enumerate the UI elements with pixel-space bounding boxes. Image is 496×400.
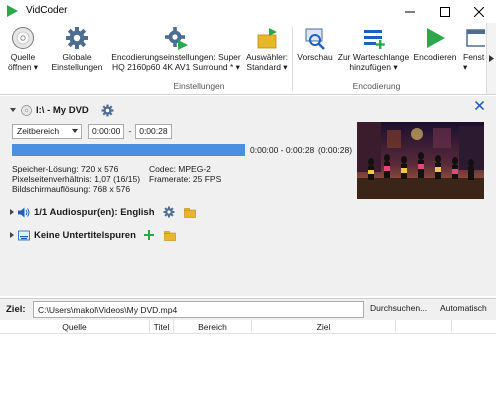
- range-row: Zeitbereich 0:00:00 - 0:00:28: [12, 123, 172, 139]
- chevron-down-icon[interactable]: [10, 108, 16, 112]
- open-source-label-1: Quelle: [10, 52, 36, 62]
- close-source-button[interactable]: [474, 100, 485, 113]
- group-label-settings: Einstellungen: [173, 81, 225, 91]
- display-resolution: Bildschirmauflösung: 768 x 576: [12, 184, 131, 194]
- picker-label-2: Standard ▾: [246, 62, 288, 72]
- range-type-value: Zeitbereich: [17, 126, 60, 136]
- start-time-input[interactable]: 0:00:00: [88, 123, 125, 139]
- queue-column-title[interactable]: Titel: [150, 320, 174, 334]
- destination-label: Ziel:: [6, 304, 26, 315]
- add-to-queue-button[interactable]: Zur Warteschlange hinzufügen ▾: [337, 24, 410, 79]
- ribbon-scroll-right[interactable]: [486, 23, 496, 94]
- ribbon-toolbar: Quelle öffnen ▾ Globale Einstellungen En…: [0, 23, 496, 95]
- maximize-button[interactable]: [428, 0, 462, 23]
- preview-thumbnail[interactable]: [357, 122, 484, 199]
- vidcoder-logo-icon: [7, 5, 18, 17]
- play-icon: [427, 28, 445, 48]
- range-separator: -: [128, 126, 132, 136]
- disc-icon: [21, 104, 32, 116]
- queue-column-extra: [396, 320, 452, 334]
- source-panel: I:\ - My DVD Zeitbereich 0:00:00 - 0:00:…: [0, 96, 496, 296]
- window-icon: [466, 29, 485, 47]
- queue-list[interactable]: [0, 334, 496, 400]
- close-button[interactable]: [462, 0, 496, 23]
- range-text: 0:00:00 - 0:00:28: [250, 145, 315, 155]
- range-duration: (0:00:28): [318, 145, 353, 155]
- queue-column-destination[interactable]: Ziel: [252, 320, 396, 334]
- open-source-label-2: öffnen ▾: [7, 62, 39, 72]
- picker-folder-icon: [257, 28, 277, 49]
- source-info-left: Speicher-Lösung: 720 x 576 Pixelseitenve…: [12, 164, 140, 194]
- global-settings-button[interactable]: Globale Einstellungen: [48, 24, 106, 79]
- codec-info: Codec: MPEG-2: [149, 164, 211, 174]
- plus-icon[interactable]: [143, 230, 154, 240]
- window-button[interactable]: Fenst ▾: [463, 24, 485, 79]
- chevron-right-icon[interactable]: [10, 209, 14, 215]
- automatic-button[interactable]: Automatisch: [440, 303, 487, 313]
- add-to-queue-label-2: hinzufügen ▾: [349, 62, 398, 72]
- folder-icon[interactable]: [164, 230, 176, 241]
- maximize-icon: [440, 6, 450, 17]
- folder-icon[interactable]: [183, 207, 196, 218]
- range-type-select[interactable]: Zeitbereich: [12, 123, 82, 139]
- group-label-encoding: Encodierung: [352, 81, 401, 91]
- subtitle-icon: [18, 230, 30, 240]
- queue-column-extra-2: [452, 320, 496, 334]
- picker-button[interactable]: Auswähler: Standard ▾: [245, 24, 289, 79]
- title-bar: VidCoder: [0, 0, 496, 23]
- framerate-info: Framerate: 25 FPS: [149, 174, 222, 184]
- minimize-button[interactable]: [393, 0, 427, 23]
- source-header: I:\ - My DVD: [10, 103, 114, 117]
- encoding-settings-label-1: Encodierungseinstellungen: Super: [111, 52, 241, 62]
- add-to-queue-label-1: Zur Warteschlange: [337, 52, 410, 62]
- pixel-aspect-ratio: Pixelseitenverhältnis: 1,07 (16/15): [12, 174, 141, 184]
- chevron-right-icon: [489, 55, 494, 62]
- subtitle-tracks-label: Keine Untertitelspuren: [34, 229, 136, 241]
- queue-column-range[interactable]: Bereich: [174, 320, 252, 334]
- destination-row: Ziel: C:\Users\makol\Videos\My DVD.mp4 D…: [0, 298, 496, 320]
- preview-magnifier-icon: [305, 28, 325, 50]
- queue-column-source[interactable]: Quelle: [0, 320, 150, 334]
- open-source-button[interactable]: Quelle öffnen ▾: [2, 24, 44, 79]
- subtitle-tracks-row[interactable]: Keine Untertitelspuren: [10, 228, 176, 242]
- destination-path-input[interactable]: C:\Users\makol\Videos\My DVD.mp4: [33, 301, 364, 318]
- preview-label: Vorschau: [297, 52, 333, 62]
- audio-tracks-row[interactable]: 1/1 Audiospur(en): English: [10, 205, 196, 219]
- close-icon: [474, 6, 484, 17]
- chevron-right-icon[interactable]: [10, 232, 14, 238]
- disc-icon: [12, 27, 34, 49]
- encode-button[interactable]: Encodieren: [412, 24, 458, 79]
- audio-tracks-label: 1/1 Audiospur(en): English: [34, 206, 155, 218]
- close-icon: [474, 100, 485, 111]
- queue-add-icon: [363, 30, 385, 49]
- chevron-down-icon: [72, 129, 78, 133]
- preview-button[interactable]: Vorschau: [295, 24, 335, 79]
- gear-icon: [66, 27, 88, 49]
- encoding-settings-button[interactable]: Encodierungseinstellungen: Super HQ 2160p…: [109, 24, 243, 79]
- gear-icon[interactable]: [101, 104, 114, 117]
- encoding-gear-icon: [165, 27, 188, 50]
- queue-header: Quelle Titel Bereich Ziel: [0, 320, 496, 334]
- global-settings-label-1: Globale: [62, 52, 92, 62]
- storage-resolution: Speicher-Lösung: 720 x 576: [12, 164, 119, 174]
- source-info-right: Codec: MPEG-2 Framerate: 25 FPS: [149, 164, 221, 184]
- global-settings-label-2: Einstellungen: [51, 62, 103, 72]
- picker-label-1: Auswähler:: [245, 52, 289, 62]
- speaker-icon: [18, 207, 30, 217]
- ribbon-separator: [292, 27, 293, 91]
- browse-button[interactable]: Durchsuchen...: [370, 303, 427, 313]
- encode-label: Encodieren: [413, 52, 457, 62]
- source-title: I:\ - My DVD: [36, 104, 89, 116]
- minimize-icon: [405, 11, 415, 12]
- window-title: VidCoder: [26, 5, 68, 16]
- window-label-2: ▾: [463, 62, 468, 72]
- end-time-input[interactable]: 0:00:28: [135, 123, 172, 139]
- encoding-settings-label-2: HQ 2160p60 4K AV1 Surround * ▾: [112, 62, 240, 72]
- range-progress-bar[interactable]: [12, 144, 245, 156]
- window-label-1: Fenst: [463, 52, 485, 62]
- gear-icon[interactable]: [163, 206, 175, 218]
